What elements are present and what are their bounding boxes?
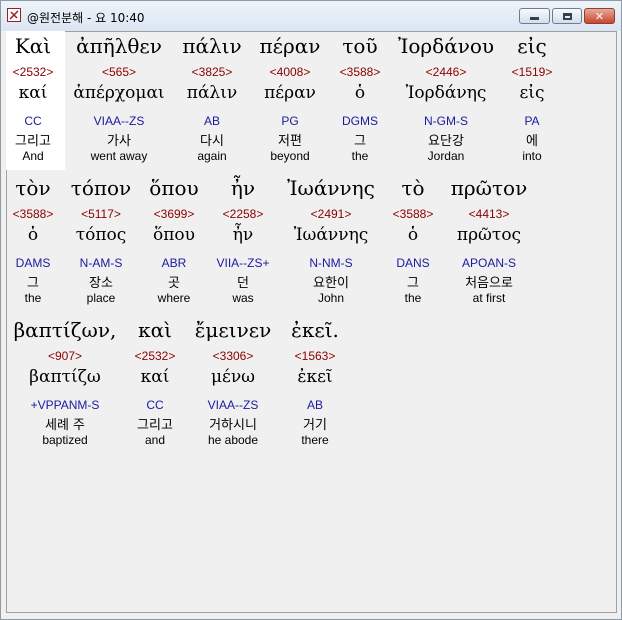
- english-gloss: there: [301, 433, 329, 447]
- maximize-button[interactable]: [552, 8, 582, 24]
- maximize-icon: [562, 12, 572, 20]
- greek-word: πρῶτον: [450, 176, 528, 200]
- morphology-code: APOAN-S: [461, 256, 516, 270]
- english-gloss: into: [522, 149, 542, 163]
- morphology-code: PA: [524, 114, 540, 128]
- korean-gloss: 거기: [303, 418, 327, 433]
- greek-word: εἰς: [517, 34, 547, 58]
- english-gloss: at first: [472, 291, 506, 305]
- korean-gloss: 에: [526, 134, 538, 149]
- minimize-button[interactable]: [519, 8, 550, 24]
- minimize-icon: [530, 17, 539, 20]
- strong-number: <1563>: [294, 349, 336, 363]
- lemma: πρῶτος: [456, 225, 522, 245]
- close-icon: ✕: [594, 9, 605, 23]
- lemma: εἰς: [519, 83, 545, 103]
- title-bar[interactable]: @원전분해 - 요 10:40 ✕: [1, 1, 621, 31]
- lemma: ἐκεῖ: [297, 367, 333, 387]
- window-title: @원전분해 - 요 10:40: [27, 11, 145, 25]
- app-icon[interactable]: [7, 8, 21, 22]
- morphology-code: AB: [306, 398, 323, 412]
- greek-word: ἐκεῖ.: [291, 318, 339, 342]
- korean-gloss: 처음으로: [465, 276, 513, 291]
- strong-number: <1519>: [511, 65, 553, 79]
- close-button[interactable]: ✕: [584, 8, 615, 24]
- strong-number: <4413>: [468, 207, 510, 221]
